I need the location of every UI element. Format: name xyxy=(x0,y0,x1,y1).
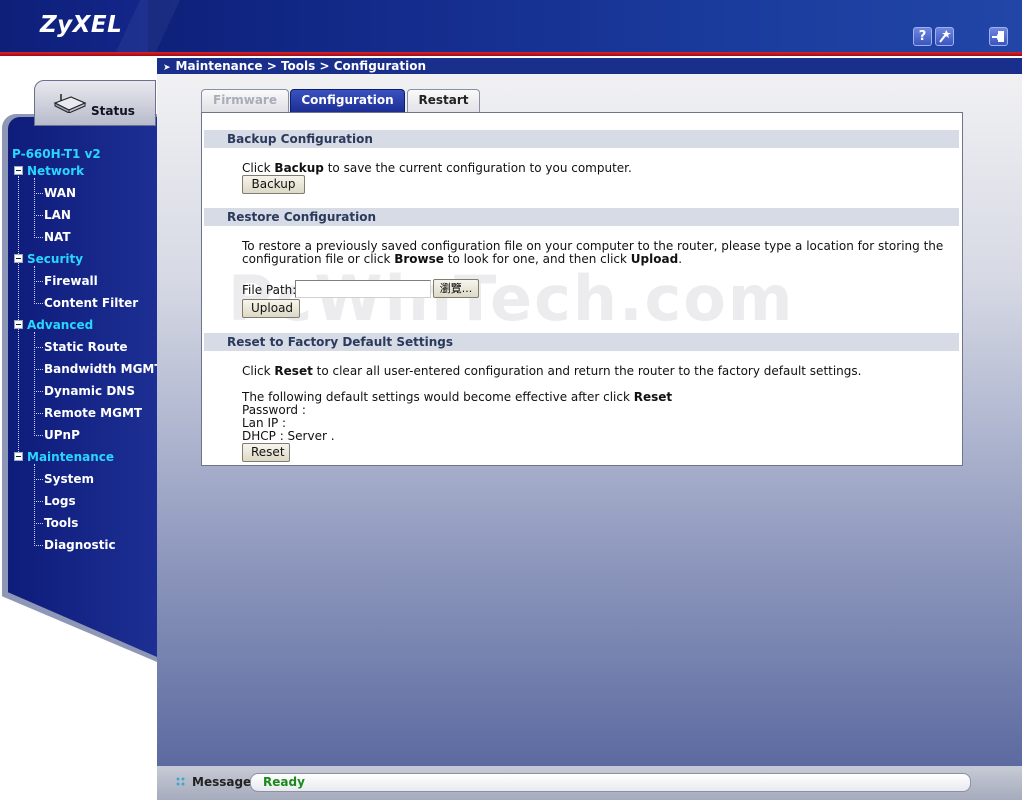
question-icon[interactable]: ? xyxy=(913,27,932,46)
tree-branch xyxy=(34,193,43,194)
upload-button[interactable]: Upload xyxy=(242,299,300,318)
tree-branch xyxy=(34,237,43,238)
tree-branch xyxy=(34,281,43,282)
sidebar-item-tools[interactable]: Tools xyxy=(44,515,78,531)
sidebar-item-static-route[interactable]: Static Route xyxy=(44,339,128,355)
zyxel-logo: ZyXEL xyxy=(40,12,123,38)
breadcrumb-text: Maintenance > Tools > Configuration xyxy=(175,59,426,73)
breadcrumb-arrow-icon: ➤ xyxy=(163,63,171,73)
tree-line xyxy=(34,178,35,238)
restore-description-line1: To restore a previously saved configurat… xyxy=(242,239,944,253)
logout-icon[interactable] xyxy=(989,27,1008,46)
browse-button[interactable]: 瀏覽... xyxy=(433,279,479,298)
sidebar-item-upnp[interactable]: UPnP xyxy=(44,427,80,443)
sidebar-item-content-filter[interactable]: Content Filter xyxy=(44,295,138,311)
sidebar-item-bandwidth-mgmt[interactable]: Bandwidth MGMT xyxy=(44,361,163,377)
tree-branch xyxy=(34,479,43,480)
tree-branch xyxy=(34,435,43,436)
sidebar-item-nat[interactable]: NAT xyxy=(44,229,71,245)
status-tab[interactable]: Status xyxy=(34,80,156,126)
section-label: Network xyxy=(27,164,85,178)
sidebar-item-dynamic-dns[interactable]: Dynamic DNS xyxy=(44,383,135,399)
sidebar-item-lan[interactable]: LAN xyxy=(44,207,71,223)
header-bar: ZyXEL ? xyxy=(0,0,1022,52)
tree-branch xyxy=(34,391,43,392)
wizard-icon[interactable] xyxy=(935,27,954,46)
tab-firmware[interactable]: Firmware xyxy=(201,89,289,112)
tree-line xyxy=(34,266,35,304)
file-path-label: File Path: xyxy=(242,283,297,297)
restore-section-title: Restore Configuration xyxy=(204,208,959,226)
breadcrumb: ➤ Maintenance > Tools > Configuration xyxy=(157,58,1022,74)
status-tab-label: Status xyxy=(91,104,135,118)
sidebar-item-firewall[interactable]: Firewall xyxy=(44,273,98,289)
tab-restart[interactable]: Restart xyxy=(407,89,480,112)
watermark: PcWinTech.com xyxy=(228,262,795,335)
tree-branch xyxy=(34,545,43,546)
section-label: Security xyxy=(27,252,84,266)
backup-section-title: Backup Configuration xyxy=(204,130,959,148)
reset-defaults-intro: The following default settings would bec… xyxy=(242,390,673,404)
backup-description: Click Backup to save the current configu… xyxy=(242,161,632,175)
section-label: Advanced xyxy=(27,318,94,332)
tree-branch xyxy=(34,303,43,304)
sidebar-section-advanced[interactable]: Advanced xyxy=(14,317,93,333)
tree-line xyxy=(34,464,35,546)
sidebar-item-wan[interactable]: WAN xyxy=(44,185,76,201)
tab-configuration[interactable]: Configuration xyxy=(290,89,405,113)
tree-branch xyxy=(34,501,43,502)
sidebar-section-security[interactable]: Security xyxy=(14,251,83,267)
tree-branch xyxy=(34,523,43,524)
reset-section-title: Reset to Factory Default Settings xyxy=(204,333,959,351)
sidebar-item-remote-mgmt[interactable]: Remote MGMT xyxy=(44,405,142,421)
default-password: Password : xyxy=(242,403,306,417)
sidebar-item-diagnostic[interactable]: Diagnostic xyxy=(44,537,116,553)
file-path-input[interactable] xyxy=(295,280,431,298)
sidebar-section-network[interactable]: Network xyxy=(14,163,84,179)
default-dhcp: DHCP : Server . xyxy=(242,429,335,443)
message-label: Message xyxy=(192,775,252,789)
collapse-icon xyxy=(14,254,23,263)
backup-button[interactable]: Backup xyxy=(242,175,305,194)
tree-branch xyxy=(34,215,43,216)
sidebar-item-logs[interactable]: Logs xyxy=(44,493,76,509)
message-status: Ready xyxy=(250,773,971,792)
section-label: Maintenance xyxy=(27,450,115,464)
message-dots-icon xyxy=(176,777,185,786)
default-lan-ip: Lan IP : xyxy=(242,416,287,430)
collapse-icon xyxy=(14,166,23,175)
sidebar-item-system[interactable]: System xyxy=(44,471,94,487)
collapse-icon xyxy=(14,320,23,329)
tree-branch xyxy=(34,347,43,348)
router-icon xyxy=(51,93,87,116)
reset-button[interactable]: Reset xyxy=(242,443,290,462)
sidebar-section-maintenance[interactable]: Maintenance xyxy=(14,449,114,465)
reset-description: Click Reset to clear all user-entered co… xyxy=(242,364,862,378)
device-name: P-660H-T1 v2 xyxy=(12,147,101,161)
tree-branch xyxy=(34,413,43,414)
collapse-icon xyxy=(14,452,23,461)
tree-branch xyxy=(34,369,43,370)
